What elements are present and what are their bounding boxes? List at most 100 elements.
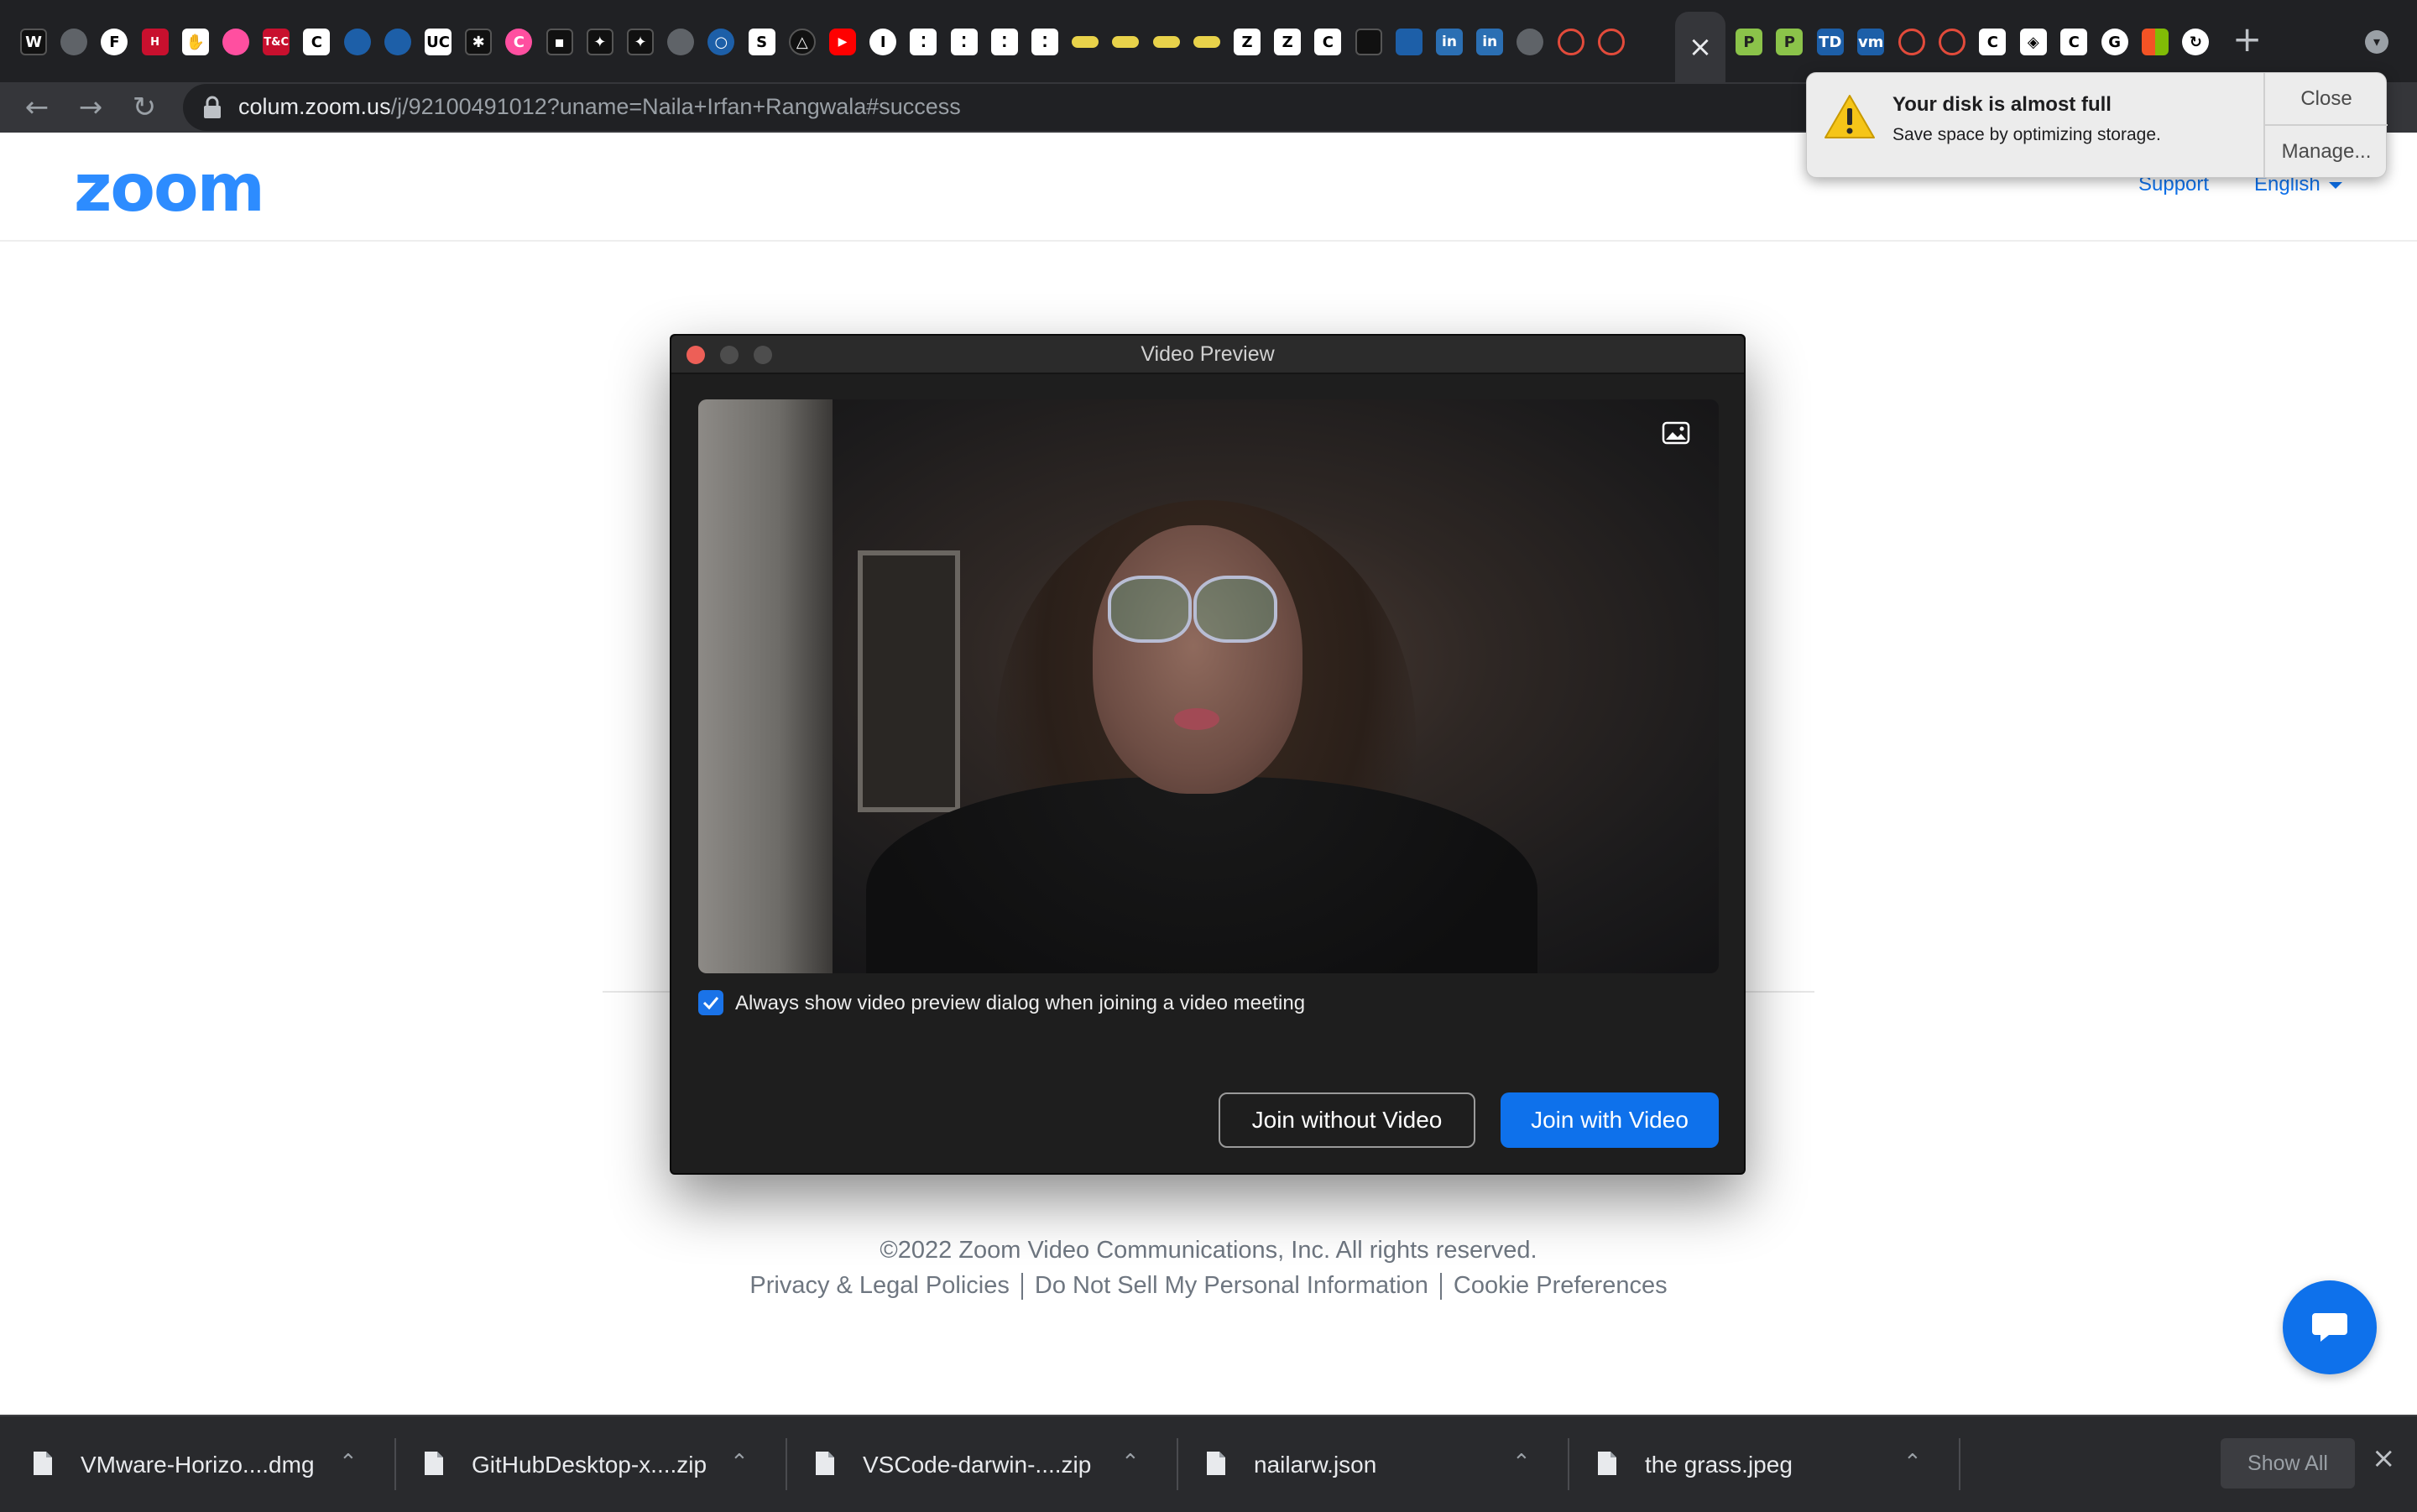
reload-icon[interactable]: ↻ (123, 86, 166, 129)
browser-tab[interactable]: P (1769, 22, 1809, 62)
browser-tab[interactable]: H (135, 22, 175, 62)
browser-tab[interactable] (1146, 22, 1187, 62)
hand-icon: ✋ (181, 29, 209, 55)
chevron-up-icon[interactable]: ⌃ (1903, 1450, 1922, 1475)
cookie-preferences-link[interactable]: Cookie Preferences (1454, 1272, 1668, 1299)
download-item[interactable]: VSCode-darwin-....zip ⌃ (782, 1416, 1178, 1512)
browser-tab[interactable] (1932, 22, 1972, 62)
browser-tab[interactable] (660, 22, 701, 62)
browser-tab[interactable]: ✋ (175, 22, 216, 62)
download-filename: GitHubDesktop-x....zip (472, 1452, 707, 1478)
back-icon[interactable]: ← (15, 86, 59, 129)
tab-search-icon[interactable]: ▾ (2365, 30, 2388, 54)
browser-tab[interactable] (1892, 22, 1932, 62)
blank-icon (1355, 29, 1382, 55)
chevron-up-icon[interactable]: ⌃ (730, 1450, 749, 1475)
download-filename: VMware-Horizo....dmg (81, 1452, 315, 1478)
browser-tab[interactable]: C (2054, 22, 2094, 62)
download-separator (1959, 1438, 1960, 1490)
browser-tab[interactable]: C (1308, 22, 1348, 62)
browser-tab[interactable]: I (863, 22, 903, 62)
always-show-label[interactable]: Always show video preview dialog when jo… (735, 992, 1305, 1015)
chevron-up-icon[interactable]: ⌃ (1512, 1450, 1531, 1475)
video-glasses-right (1193, 576, 1277, 643)
browser-tab[interactable] (1349, 22, 1389, 62)
browser-tab[interactable] (378, 22, 418, 62)
browser-tab[interactable]: in (1470, 22, 1510, 62)
download-item[interactable]: the grass.jpeg ⌃ (1564, 1416, 1960, 1512)
browser-tab[interactable] (1510, 22, 1550, 62)
chevron-up-icon[interactable]: ⌃ (1121, 1450, 1140, 1475)
browser-tab[interactable]: in (1429, 22, 1470, 62)
browser-tab[interactable]: ⁚ (1025, 22, 1065, 62)
uc-icon: UC (425, 29, 452, 55)
browser-tab[interactable] (216, 22, 256, 62)
browser-tab[interactable]: ⁚ (984, 22, 1025, 62)
browser-tab[interactable] (337, 22, 378, 62)
url-text: colum.zoom.us/j/92100491012?uname=Naila+… (238, 94, 961, 120)
download-filename: nailarw.json (1254, 1452, 1377, 1478)
download-item[interactable]: GitHubDesktop-x....zip ⌃ (391, 1416, 787, 1512)
c-icon: C (2060, 29, 2088, 55)
browser-tab[interactable] (1389, 22, 1429, 62)
video-preview-dialog: Video Preview Always show video preview … (670, 334, 1746, 1175)
browser-tab[interactable]: TD (1810, 22, 1851, 62)
forward-icon[interactable]: → (69, 86, 112, 129)
browser-tab[interactable]: ⁚ (903, 22, 943, 62)
browser-tab[interactable]: W (13, 22, 54, 62)
browser-tab[interactable] (1105, 22, 1146, 62)
browser-tab[interactable]: T&C (256, 22, 296, 62)
browser-tab[interactable]: ▪ (540, 22, 580, 62)
tab-close-icon[interactable]: × (1689, 30, 1713, 64)
browser-tab[interactable]: G (2095, 22, 2135, 62)
browser-tab[interactable]: C (296, 22, 337, 62)
zoom-logo[interactable]: zoom (74, 151, 265, 227)
close-shelf-icon[interactable]: × (2372, 1442, 2396, 1475)
browser-tab[interactable]: P (1729, 22, 1769, 62)
dots-icon: ⁚ (910, 29, 937, 55)
browser-tab[interactable] (54, 22, 94, 62)
browser-tab[interactable]: C (499, 22, 539, 62)
browser-tab[interactable] (1065, 22, 1105, 62)
browser-tab[interactable]: F (94, 22, 134, 62)
browser-tab[interactable]: ✦ (620, 22, 660, 62)
browser-tab[interactable] (1551, 22, 1591, 62)
browser-tab[interactable] (1187, 22, 1227, 62)
join-with-video-button[interactable]: Join with Video (1501, 1092, 1719, 1148)
circle-icon (343, 29, 371, 55)
browser-tab[interactable]: ○ (701, 22, 741, 62)
browser-tab[interactable]: Z (1227, 22, 1267, 62)
browser-tab[interactable]: ▶ (822, 22, 863, 62)
notification-close-button[interactable]: Close (2265, 73, 2388, 124)
show-all-button[interactable]: Show All (2221, 1438, 2355, 1489)
browser-tab[interactable]: ✱ (458, 22, 499, 62)
download-item[interactable]: nailarw.json ⌃ (1173, 1416, 1569, 1512)
do-not-sell-link[interactable]: Do Not Sell My Personal Information (1035, 1272, 1428, 1299)
pill-icon (1112, 36, 1140, 48)
notification-manage-button[interactable]: Manage... (2265, 124, 2388, 177)
chevron-up-icon[interactable]: ⌃ (339, 1450, 358, 1475)
virtual-background-icon[interactable] (1662, 421, 1690, 445)
chat-button[interactable] (2283, 1280, 2377, 1374)
join-without-video-button[interactable]: Join without Video (1219, 1092, 1475, 1148)
browser-tab[interactable]: ◈ (2013, 22, 2054, 62)
browser-tab[interactable]: S (742, 22, 782, 62)
browser-tab[interactable]: △ (782, 22, 822, 62)
browser-tab[interactable]: C (1972, 22, 2012, 62)
tab-active[interactable]: × (1675, 12, 1725, 82)
browser-tab[interactable] (1591, 22, 1631, 62)
browser-tab[interactable]: ↻ (2175, 22, 2216, 62)
browser-tab[interactable] (2135, 22, 2175, 62)
always-show-checkbox[interactable] (698, 990, 723, 1015)
dialog-titlebar[interactable]: Video Preview (671, 336, 1744, 374)
new-tab-button[interactable]: + (2232, 18, 2262, 60)
browser-tab[interactable]: vm (1851, 22, 1891, 62)
privacy-link[interactable]: Privacy & Legal Policies (749, 1272, 1009, 1299)
browser-tab[interactable]: Z (1267, 22, 1308, 62)
browser-tab[interactable]: ✦ (580, 22, 620, 62)
video-lips (1174, 708, 1219, 730)
browser-tab[interactable]: UC (418, 22, 458, 62)
browser-tab[interactable]: ⁚ (944, 22, 984, 62)
microsoft-icon (2142, 29, 2169, 55)
download-item[interactable]: VMware-Horizo....dmg ⌃ (0, 1416, 396, 1512)
